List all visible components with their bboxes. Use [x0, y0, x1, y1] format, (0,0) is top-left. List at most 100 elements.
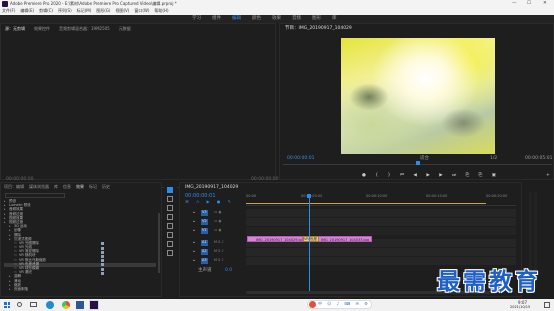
accelerated-effect-icon	[101, 254, 104, 258]
menu-item[interactable]: 视图(V)	[115, 9, 129, 13]
minimize-button[interactable]: —	[512, 1, 517, 7]
menu-item[interactable]: 窗口(W)	[134, 9, 149, 13]
taskbar-chrome-icon[interactable]	[62, 301, 70, 309]
resolution-dropdown[interactable]: 1/2	[490, 156, 497, 162]
track-lane-a2[interactable]	[246, 248, 516, 256]
lock-icon[interactable]: 🔒︎	[193, 219, 195, 224]
home-icon[interactable]	[5, 16, 12, 31]
transition-effect[interactable]: VR 色度	[303, 236, 319, 242]
taskbar-word-icon[interactable]	[76, 301, 84, 309]
selection-tool-icon[interactable]	[167, 187, 173, 193]
program-playhead[interactable]	[416, 161, 420, 165]
program-monitor-tab[interactable]: 节目：IMG_20190917_104029	[285, 26, 352, 32]
tools-panel	[164, 182, 177, 297]
lock-icon[interactable]: 🔒︎	[193, 258, 195, 263]
clip-1[interactable]: IMG_20190917_104029.jpg	[247, 236, 303, 242]
fit-dropdown[interactable]: 适合	[420, 156, 429, 162]
track-header-a1[interactable]: 🔒︎ A1 M S ♪	[183, 239, 245, 247]
effects-panel-tab[interactable]: 历史	[102, 185, 110, 189]
effects-panel-tab[interactable]: 库	[54, 185, 58, 189]
timeline-sequence-tab[interactable]: IMG_20190917_104029	[185, 185, 238, 191]
timeline-playhead-line	[309, 198, 310, 294]
track-label: V1	[202, 228, 207, 232]
program-video-frame	[341, 38, 495, 154]
program-transport-controls[interactable]: ● { } ⏮ ◀ ▶ ▶ ⏭ ⎘ ⎘ ▣	[362, 173, 500, 179]
track-header-v2[interactable]: 🔒︎ V2 ▭ ◉	[183, 218, 245, 226]
mute-solo-icon[interactable]: M S ♪	[214, 240, 224, 245]
track-header-v3[interactable]: 🔒︎ V3 ▭ ◉	[183, 209, 245, 217]
ime-toolbar-icons[interactable]: 中 ☺ ♪ ⌨ ✉ ⚙	[318, 302, 370, 306]
work-area-bar[interactable]	[246, 203, 486, 204]
timeline-tool-icons[interactable]: ⌘ ∩ ▶ ● ✎	[185, 200, 234, 204]
chevron-right-icon: ▸	[4, 219, 6, 224]
master-track-value[interactable]: 0.0	[225, 268, 232, 274]
eye-icon[interactable]: ▭ ◉	[214, 210, 221, 215]
effects-search-input[interactable]	[5, 193, 65, 198]
effects-panel-tab[interactable]: 项目：编辑	[4, 185, 24, 189]
accelerated-effect-icon	[101, 267, 104, 271]
slip-tool-icon[interactable]	[167, 223, 173, 229]
effects-tree-item[interactable]: ▸ 页面剥落	[4, 286, 156, 292]
effects-panel-tab[interactable]: 信息	[63, 185, 71, 189]
effects-panel-tab[interactable]: 标记	[89, 185, 97, 189]
ripple-edit-icon[interactable]	[167, 205, 173, 211]
track-header-v1[interactable]: 🔒︎ V1 ▭ ◉	[183, 227, 245, 235]
program-timecode[interactable]: 00:00:00:01	[287, 156, 314, 162]
taskbar-task-view-icon[interactable]	[30, 302, 37, 307]
lock-icon[interactable]: 🔒︎	[193, 249, 195, 254]
add-button[interactable]: +	[546, 173, 550, 179]
taskbar-premiere-icon[interactable]	[89, 300, 99, 310]
track-label: A2	[202, 249, 207, 253]
eye-icon[interactable]: ▭ ◉	[214, 228, 221, 233]
menu-item[interactable]: 序列(S)	[58, 9, 72, 13]
lock-icon[interactable]: 🔒︎	[193, 240, 195, 245]
menu-item[interactable]: 标记(M)	[77, 9, 92, 13]
menu-item[interactable]: 文件(F)	[2, 9, 15, 13]
hand-tool-icon[interactable]	[167, 241, 173, 247]
track-label: A3	[202, 258, 207, 262]
transition-icon: ▭	[14, 253, 17, 258]
track-lane-v1[interactable]	[246, 227, 516, 235]
chevron-right-icon: ▸	[4, 207, 6, 212]
chevron-right-icon: ▸	[9, 274, 11, 279]
source-panel-tab[interactable]: 效果控件	[34, 27, 50, 31]
timeline-ruler[interactable]: 00:00 00:00:05:00 00:00:10:00 00:00:15:00 00…	[246, 192, 516, 206]
track-lane-v3[interactable]	[246, 209, 516, 217]
taskbar-search-icon[interactable]	[17, 302, 22, 307]
notification-icon[interactable]	[544, 302, 550, 308]
menu-item[interactable]: 帮助(H)	[154, 9, 168, 13]
clip-2[interactable]: IMG_20190917_104033.jpg	[312, 236, 372, 242]
effects-panel-tab[interactable]: 媒体浏览器	[29, 185, 49, 189]
ruler-tick-label: 00:00:15:00	[426, 194, 448, 198]
maximize-button[interactable]: ☐	[527, 1, 531, 7]
mute-solo-icon[interactable]: M S ♪	[214, 249, 224, 254]
lock-icon[interactable]: 🔒︎	[193, 210, 195, 215]
eye-icon[interactable]: ▭ ◉	[214, 219, 221, 224]
track-header-a3[interactable]: 🔒︎ A3 M S ♪	[183, 257, 245, 265]
taskbar-edge-icon[interactable]	[46, 301, 54, 309]
effects-scrollbar[interactable]	[158, 213, 160, 273]
lock-icon[interactable]: 🔒︎	[193, 228, 195, 233]
track-select-icon[interactable]	[167, 196, 173, 202]
menu-item[interactable]: 剪辑(C)	[39, 9, 53, 13]
effects-panel-tab[interactable]: 效果	[76, 185, 84, 189]
windows-start-icon[interactable]	[4, 302, 10, 308]
chevron-right-icon: ▸	[9, 236, 11, 241]
chevron-right-icon: ▸	[9, 228, 11, 233]
menu-item[interactable]: 图形(G)	[96, 9, 110, 13]
source-panel-tab[interactable]: 音频剪辑混合器：19M2505	[59, 27, 110, 31]
video-building-shape	[441, 108, 486, 138]
track-header-a2[interactable]: 🔒︎ A2 M S ♪	[183, 248, 245, 256]
pen-tool-icon[interactable]	[167, 232, 173, 238]
program-monitor-panel: 节目：IMG_20190917_104029 00:00:00:01 适合 1/…	[279, 23, 554, 180]
source-panel-tab[interactable]: 源：无剪辑	[5, 27, 25, 31]
source-panel-tab[interactable]: 元数据	[119, 27, 131, 31]
menu-item[interactable]: 编辑(E)	[20, 9, 34, 13]
ime-logo-icon[interactable]	[309, 301, 316, 308]
razor-tool-icon[interactable]	[167, 214, 173, 220]
track-lane-v2[interactable]	[246, 218, 516, 226]
effects-tree-label: 页面剥落	[14, 286, 28, 291]
close-button[interactable]: ✕	[543, 1, 547, 7]
type-tool-icon[interactable]	[167, 250, 173, 256]
mute-solo-icon[interactable]: M S ♪	[214, 258, 224, 263]
